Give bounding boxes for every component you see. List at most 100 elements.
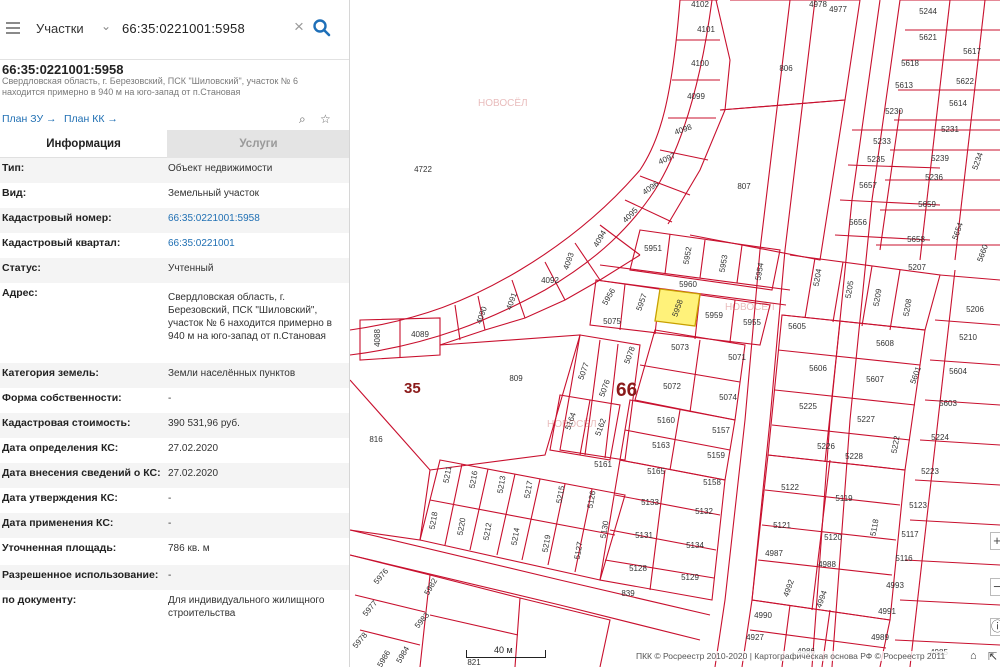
parcel-label-5129[interactable]: 5129	[681, 573, 699, 582]
parcel-label-5960[interactable]: 5960	[679, 280, 697, 289]
parcel-label-4102[interactable]: 4102	[691, 0, 709, 9]
parcel-label-5227[interactable]: 5227	[857, 415, 875, 424]
parcel-label-4987[interactable]: 4987	[765, 549, 783, 558]
parcel-label-4089[interactable]: 4089	[411, 330, 429, 339]
parcel-label-5158[interactable]: 5158	[703, 478, 721, 487]
parcel-label-4989[interactable]: 4989	[871, 633, 889, 642]
parcel-label-5239[interactable]: 5239	[931, 154, 949, 163]
parcel-label-4092[interactable]: 4092	[541, 276, 559, 285]
parcel-label-5608[interactable]: 5608	[876, 339, 894, 348]
parcel-label-5224[interactable]: 5224	[931, 433, 949, 442]
parcel-label-5622[interactable]: 5622	[956, 77, 974, 86]
parcel-label-5613[interactable]: 5613	[895, 81, 913, 90]
parcel-label-5236[interactable]: 5236	[925, 173, 943, 182]
parcel-label-5121[interactable]: 5121	[773, 521, 791, 530]
parcel-label-5657[interactable]: 5657	[859, 181, 877, 190]
parcel-label-5607[interactable]: 5607	[866, 375, 884, 384]
parcel-label-5159[interactable]: 5159	[707, 451, 725, 460]
search-input[interactable]: 66:35:0221001:5958	[122, 21, 245, 36]
zoom-in-button[interactable]: +	[990, 532, 1000, 550]
parcel-label-806[interactable]: 806	[779, 64, 793, 73]
search-icon[interactable]	[312, 18, 332, 38]
parcel-label-5128[interactable]: 5128	[629, 564, 647, 573]
parcel-label-5071[interactable]: 5071	[728, 353, 746, 362]
parcel-label-4990[interactable]: 4990	[754, 611, 772, 620]
parcel-label-5618[interactable]: 5618	[901, 59, 919, 68]
parcel-label-4993[interactable]: 4993	[886, 581, 904, 590]
parcel-label-5614[interactable]: 5614	[949, 99, 967, 108]
info-tool-button[interactable]: ⓘ	[990, 618, 1000, 636]
parcel-label-5603[interactable]: 5603	[939, 399, 957, 408]
parcel-label-5132[interactable]: 5132	[695, 507, 713, 516]
plan-zu-link[interactable]: План ЗУ →	[2, 113, 57, 125]
parcel-label-5606[interactable]: 5606	[809, 364, 827, 373]
parcel-label-5659[interactable]: 5659	[918, 200, 936, 209]
parcel-label-4927[interactable]: 4927	[746, 633, 764, 642]
parcel-label-4100[interactable]: 4100	[691, 59, 709, 68]
parcel-label-5120[interactable]: 5120	[824, 533, 842, 542]
parcel-label-5161[interactable]: 5161	[594, 460, 612, 469]
tab-services[interactable]: Услуги	[167, 130, 349, 158]
parcel-label-5955[interactable]: 5955	[743, 318, 761, 327]
parcel-label-5226[interactable]: 5226	[817, 442, 835, 451]
cadastral-number-link[interactable]: 66:35:0221001:5958	[168, 212, 346, 225]
parcel-label-5119[interactable]: 5119	[835, 494, 853, 503]
parcel-label-807[interactable]: 807	[737, 182, 751, 191]
search-type-select[interactable]: Участки	[36, 21, 84, 36]
parcel-label-5134[interactable]: 5134	[686, 541, 704, 550]
parcel-label-816[interactable]: 816	[369, 435, 383, 444]
parcel-label-5073[interactable]: 5073	[671, 343, 689, 352]
parcel-label-5658[interactable]: 5658	[907, 235, 925, 244]
plan-kk-link[interactable]: План КК →	[64, 113, 118, 125]
parcel-label-821[interactable]: 821	[467, 658, 481, 667]
parcel-label-5231[interactable]: 5231	[941, 125, 959, 134]
parcel-label-4101[interactable]: 4101	[697, 25, 715, 34]
menu-icon[interactable]	[6, 22, 20, 34]
chevron-down-icon[interactable]: ⌄	[101, 19, 111, 33]
zoom-to-object-icon[interactable]: ⌕	[299, 112, 306, 127]
parcel-label-5951[interactable]: 5951	[644, 244, 662, 253]
parcel-label-4088[interactable]: 4088	[373, 329, 382, 347]
parcel-label-4978[interactable]: 4978	[809, 0, 827, 9]
parcel-label-5225[interactable]: 5225	[799, 402, 817, 411]
parcel-label-5074[interactable]: 5074	[719, 393, 737, 402]
parcel-label-5605[interactable]: 5605	[788, 322, 806, 331]
parcel-label-4977[interactable]: 4977	[829, 5, 847, 14]
parcel-label-5621[interactable]: 5621	[919, 33, 937, 42]
parcel-label-5206[interactable]: 5206	[966, 305, 984, 314]
parcel-label-5210[interactable]: 5210	[959, 333, 977, 342]
parcel-label-5157[interactable]: 5157	[712, 426, 730, 435]
parcel-label-5117[interactable]: 5117	[901, 530, 919, 539]
parcel-label-4988[interactable]: 4988	[818, 560, 836, 569]
parcel-label-5656[interactable]: 5656	[849, 218, 867, 227]
parcel-label-5165[interactable]: 5165	[647, 467, 665, 476]
parcel-label-4722[interactable]: 4722	[414, 165, 432, 174]
parcel-label-5244[interactable]: 5244	[919, 7, 937, 16]
cadastral-quarter-link[interactable]: 66:35:0221001	[168, 237, 346, 250]
parcel-label-5235[interactable]: 5235	[867, 155, 885, 164]
parcel-label-5230[interactable]: 5230	[885, 107, 903, 116]
parcel-label-5072[interactable]: 5072	[663, 382, 681, 391]
parcel-label-5131[interactable]: 5131	[635, 531, 653, 540]
parcel-label-5233[interactable]: 5233	[873, 137, 891, 146]
parcel-label-5959[interactable]: 5959	[705, 311, 723, 320]
parcel-label-5123[interactable]: 5123	[909, 501, 927, 510]
parcel-label-5075[interactable]: 5075	[603, 317, 621, 326]
clear-icon[interactable]: ×	[294, 17, 304, 37]
parcel-label-4099[interactable]: 4099	[687, 92, 705, 101]
parcel-label-5604[interactable]: 5604	[949, 367, 967, 376]
parcel-label-4991[interactable]: 4991	[878, 607, 896, 616]
parcel-label-5207[interactable]: 5207	[908, 263, 926, 272]
parcel-label-5223[interactable]: 5223	[921, 467, 939, 476]
parcel-label-5228[interactable]: 5228	[845, 452, 863, 461]
parcel-label-5617[interactable]: 5617	[963, 47, 981, 56]
favorite-star-icon[interactable]: ☆	[320, 112, 331, 126]
home-icon[interactable]: ⌂	[970, 650, 977, 662]
parcel-label-5122[interactable]: 5122	[781, 483, 799, 492]
parcel-label-5163[interactable]: 5163	[652, 441, 670, 450]
parcel-label-5160[interactable]: 5160	[657, 416, 675, 425]
tab-information[interactable]: Информация	[0, 130, 167, 158]
parcel-label-5133[interactable]: 5133	[641, 498, 659, 507]
zoom-out-button[interactable]: −	[990, 578, 1000, 596]
expand-icon[interactable]: ⇱	[988, 650, 997, 663]
